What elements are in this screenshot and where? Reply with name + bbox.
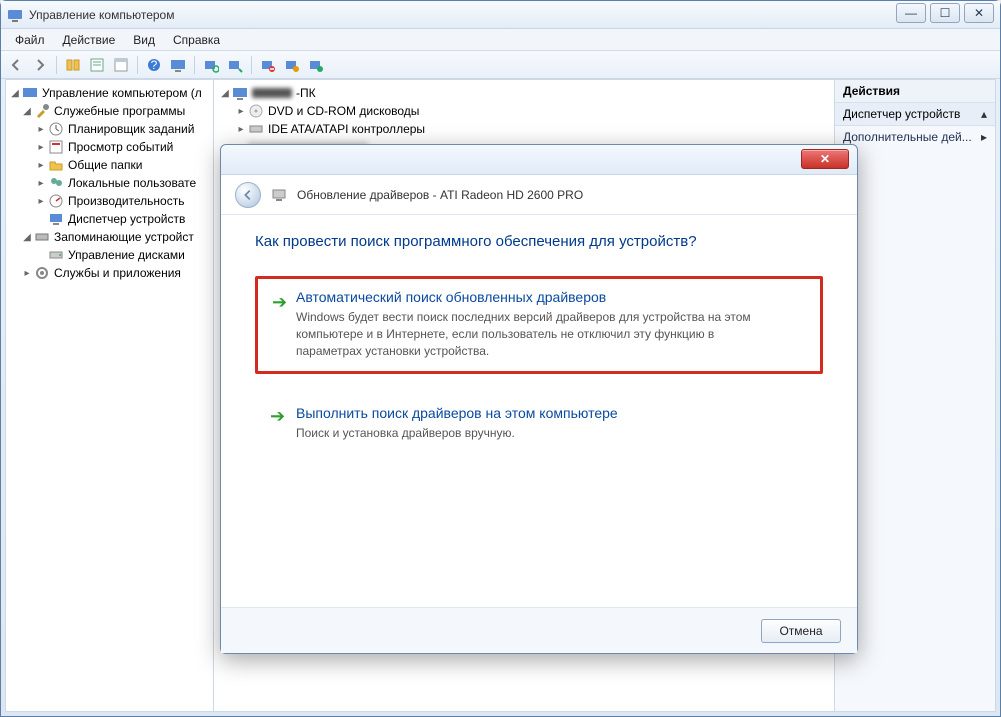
chevron-right-icon: ▸: [981, 130, 987, 144]
clock-icon: [48, 121, 64, 137]
disable-button[interactable]: [281, 54, 303, 76]
tree-disk-mgmt[interactable]: Управление дисками: [8, 246, 211, 264]
ide-icon: [248, 121, 264, 137]
tree-item-label: Планировщик заданий: [68, 122, 194, 136]
actions-more-label: Дополнительные дей...: [843, 130, 972, 144]
services-icon: [34, 265, 50, 281]
cancel-button[interactable]: Отмена: [761, 619, 841, 643]
arrow-right-icon: ➔: [270, 407, 285, 425]
dialog-close-button[interactable]: ✕: [801, 149, 849, 169]
tree-task-scheduler[interactable]: ▸Планировщик заданий: [8, 120, 211, 138]
console-tree[interactable]: ◢ Управление компьютером (л ◢ Служебные …: [6, 80, 214, 711]
actions-pane: Действия Диспетчер устройств ▴ Дополните…: [835, 80, 995, 711]
export-list-button[interactable]: [110, 54, 132, 76]
tree-device-manager[interactable]: Диспетчер устройств: [8, 210, 211, 228]
menu-help[interactable]: Справка: [165, 31, 228, 49]
enable-button[interactable]: [305, 54, 327, 76]
window-title: Управление компьютером: [29, 8, 994, 22]
device-label: DVD и CD-ROM дисководы: [268, 104, 419, 118]
tree-storage[interactable]: ◢Запоминающие устройст: [8, 228, 211, 246]
titlebar: Управление компьютером — ☐ ✕: [1, 1, 1000, 29]
tree-system-tools-label: Служебные программы: [54, 104, 185, 118]
nav-forward-button[interactable]: [29, 54, 51, 76]
dialog-question: Как провести поиск программного обеспече…: [255, 233, 823, 250]
maximize-button[interactable]: ☐: [930, 3, 960, 23]
actions-section-label: Диспетчер устройств: [843, 107, 960, 121]
tree-services-apps[interactable]: ▸Службы и приложения: [8, 264, 211, 282]
performance-icon: [48, 193, 64, 209]
device-root[interactable]: ◢ -ПК: [220, 84, 828, 102]
device-icon: [271, 187, 287, 203]
dvd-icon: [248, 103, 264, 119]
tree-shared-folders[interactable]: ▸Общие папки: [8, 156, 211, 174]
svg-text:?: ?: [151, 58, 158, 72]
actions-section[interactable]: Диспетчер устройств ▴: [835, 103, 995, 126]
minimize-button[interactable]: —: [896, 3, 926, 23]
help-button[interactable]: ?: [143, 54, 165, 76]
tree-item-label: Локальные пользовате: [68, 176, 196, 190]
dialog-title: Обновление драйверов - ATI Radeon HD 260…: [297, 188, 583, 202]
device-category[interactable]: ▸ DVD и CD-ROM дисководы: [220, 102, 828, 120]
nav-back-button[interactable]: [5, 54, 27, 76]
redacted-pc-name: [252, 88, 292, 98]
computer-mgmt-icon: [22, 85, 38, 101]
option-desc: Поиск и установка драйверов вручную.: [296, 425, 776, 442]
tree-event-viewer[interactable]: ▸Просмотр событий: [8, 138, 211, 156]
tree-local-users[interactable]: ▸Локальные пользовате: [8, 174, 211, 192]
dialog-titlebar[interactable]: ✕: [221, 145, 857, 175]
device-category[interactable]: ▸ IDE ATA/ATAPI контроллеры: [220, 120, 828, 138]
device-mgr-icon: [48, 211, 64, 227]
tree-root[interactable]: ◢ Управление компьютером (л: [8, 84, 211, 102]
dialog-back-button[interactable]: [235, 182, 261, 208]
uninstall-button[interactable]: [257, 54, 279, 76]
menu-view[interactable]: Вид: [125, 31, 163, 49]
disk-icon: [48, 247, 64, 263]
arrow-right-icon: ➔: [272, 293, 287, 311]
option-title: Автоматический поиск обновленных драйвер…: [296, 289, 804, 305]
option-browse-computer[interactable]: ➔ Выполнить поиск драйверов на этом комп…: [255, 392, 823, 457]
menubar: Файл Действие Вид Справка: [1, 29, 1000, 51]
tree-root-label: Управление компьютером (л: [42, 86, 202, 100]
tree-system-tools[interactable]: ◢ Служебные программы: [8, 102, 211, 120]
tools-icon: [34, 103, 50, 119]
tree-item-label: Службы и приложения: [54, 266, 181, 280]
option-desc: Windows будет вести поиск последних верс…: [296, 309, 776, 359]
properties-button[interactable]: [86, 54, 108, 76]
menu-file[interactable]: Файл: [7, 31, 53, 49]
pc-icon: [232, 85, 248, 101]
actions-more[interactable]: Дополнительные дей... ▸: [835, 126, 995, 148]
tree-item-label: Производительность: [68, 194, 184, 208]
actions-header: Действия: [835, 80, 995, 103]
tree-item-label: Диспетчер устройств: [68, 212, 185, 226]
option-auto-search[interactable]: ➔ Автоматический поиск обновленных драйв…: [255, 276, 823, 374]
users-icon: [48, 175, 64, 191]
option-title: Выполнить поиск драйверов на этом компью…: [296, 405, 804, 421]
console-icon[interactable]: [167, 54, 189, 76]
device-root-label: -ПК: [296, 86, 316, 100]
driver-update-dialog: ✕ Обновление драйверов - ATI Radeon HD 2…: [220, 144, 858, 654]
toolbar: ?: [1, 51, 1000, 79]
update-driver-button[interactable]: [224, 54, 246, 76]
tree-item-label: Общие папки: [68, 158, 142, 172]
show-hide-tree-button[interactable]: [62, 54, 84, 76]
tree-storage-label: Запоминающие устройст: [54, 230, 194, 244]
shared-folder-icon: [48, 157, 64, 173]
device-label: IDE ATA/ATAPI контроллеры: [268, 122, 425, 136]
tree-item-label: Управление дисками: [68, 248, 185, 262]
event-icon: [48, 139, 64, 155]
collapse-icon: ▴: [981, 107, 987, 121]
close-button[interactable]: ✕: [964, 3, 994, 23]
tree-performance[interactable]: ▸Производительность: [8, 192, 211, 210]
scan-hardware-button[interactable]: [200, 54, 222, 76]
app-icon: [7, 7, 23, 23]
menu-action[interactable]: Действие: [55, 31, 124, 49]
tree-item-label: Просмотр событий: [68, 140, 173, 154]
storage-icon: [34, 229, 50, 245]
